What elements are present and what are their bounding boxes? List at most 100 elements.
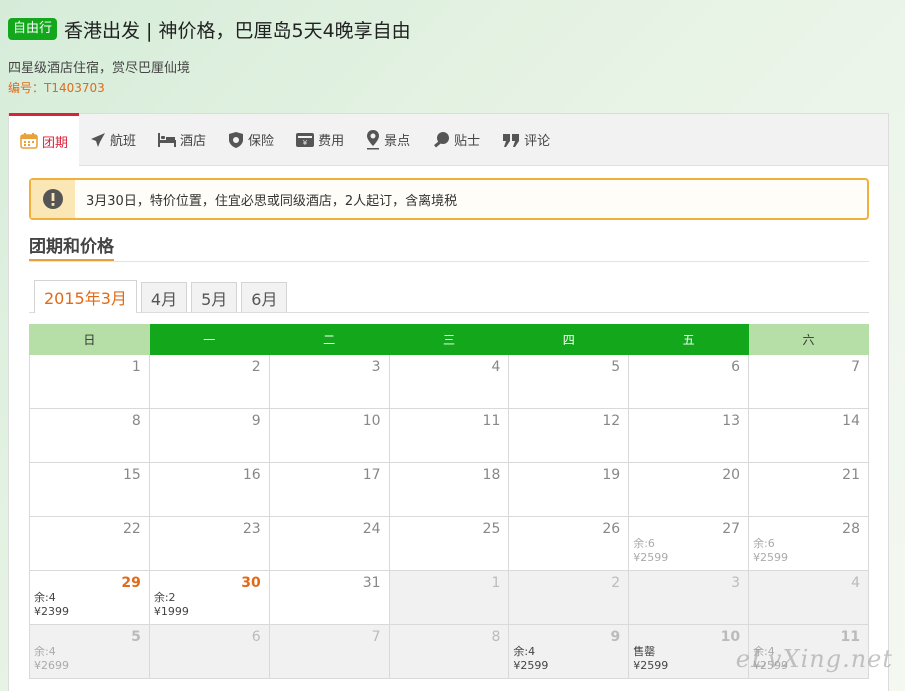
month-tab-march[interactable]: 2015年3月 bbox=[34, 280, 137, 313]
calendar-day-cell: 22 bbox=[29, 516, 150, 571]
calendar-day-cell: 5 bbox=[508, 354, 630, 409]
tab-label: 费用 bbox=[318, 134, 345, 149]
tab-insurance[interactable]: 保险 bbox=[217, 114, 285, 165]
day-number: 26 bbox=[602, 521, 621, 537]
alert-icon bbox=[31, 180, 75, 218]
weekday-sat: 六 bbox=[748, 324, 869, 355]
day-number: 9 bbox=[251, 413, 261, 429]
calendar-week: 8 9 10 11 12 13 14 bbox=[29, 408, 869, 463]
calendar-week: 1 2 3 4 5 6 7 bbox=[29, 354, 869, 409]
month-tabs: 2015年3月 4月 5月 6月 bbox=[29, 280, 869, 313]
tab-flight[interactable]: 航班 bbox=[79, 114, 147, 165]
day-number: 11 bbox=[482, 413, 501, 429]
calendar-icon bbox=[20, 133, 38, 149]
day-number: 27 bbox=[722, 521, 741, 537]
price: ¥2599 bbox=[633, 659, 669, 672]
calendar-day-cell[interactable]: 28 余:6 ¥2599 bbox=[748, 516, 869, 571]
day-number: 10 bbox=[362, 413, 381, 429]
weekday-fri: 五 bbox=[628, 324, 750, 355]
day-number: 15 bbox=[123, 467, 141, 483]
tab-attractions[interactable]: 景点 bbox=[355, 114, 421, 165]
seats-left: 余:6 bbox=[753, 537, 775, 550]
day-number: 30 bbox=[241, 575, 261, 591]
month-tab-may[interactable]: 5月 bbox=[191, 282, 238, 312]
page-title: 香港出发 | 神价格，巴厘岛5天4晚享自由 bbox=[64, 19, 411, 42]
day-number: 2 bbox=[251, 359, 261, 375]
calendar-day-cell: 17 bbox=[268, 462, 390, 517]
bulb-icon bbox=[432, 131, 450, 149]
calendar-day-cell: 7 bbox=[268, 624, 390, 679]
notice-text: 3月30日，特价位置，住宜必思或同级酒店，2人起订，含离境税 bbox=[86, 193, 458, 209]
quote-icon bbox=[502, 132, 520, 148]
day-number: 29 bbox=[121, 575, 141, 591]
availability-info: 余:4 ¥2399 bbox=[34, 591, 69, 619]
month-tab-june[interactable]: 6月 bbox=[241, 282, 288, 312]
tab-tips[interactable]: 贴士 bbox=[421, 114, 491, 165]
day-number: 14 bbox=[842, 413, 860, 429]
day-number: 10 bbox=[720, 629, 741, 645]
calendar-day-cell: 25 bbox=[388, 516, 510, 571]
tab-hotel[interactable]: 酒店 bbox=[147, 114, 217, 165]
product-code: 编号：T1403703 bbox=[8, 81, 105, 95]
price: ¥1999 bbox=[153, 605, 189, 618]
seats-left: 余:4 bbox=[513, 645, 536, 658]
tab-fees[interactable]: ¥ 费用 bbox=[285, 114, 355, 165]
day-number: 28 bbox=[842, 521, 860, 537]
calendar-day-cell: 11 bbox=[388, 408, 510, 463]
section-title: 团期和价格 bbox=[29, 232, 114, 261]
day-number: 23 bbox=[242, 521, 261, 537]
tab-schedule[interactable]: 团期 bbox=[9, 113, 80, 166]
weekday-tue: 二 bbox=[268, 324, 390, 355]
day-number: 21 bbox=[842, 467, 860, 483]
tab-label: 航班 bbox=[110, 134, 137, 149]
bed-icon bbox=[158, 132, 177, 147]
seats-left: 余:4 bbox=[34, 591, 56, 604]
calendar-day-cell[interactable]: 29 余:4 ¥2399 bbox=[29, 570, 150, 625]
calendar-week: 15 16 17 18 19 20 21 bbox=[29, 462, 869, 517]
tab-label: 团期 bbox=[42, 135, 69, 151]
day-number: 8 bbox=[491, 629, 501, 645]
day-number: 3 bbox=[371, 359, 381, 375]
month-tab-april[interactable]: 4月 bbox=[140, 282, 188, 312]
weekday-thu: 四 bbox=[508, 324, 630, 355]
calendar-day-cell[interactable]: 9 余:4 ¥2599 bbox=[508, 624, 630, 679]
day-number: 7 bbox=[371, 629, 381, 645]
calendar-day-cell: 7 bbox=[748, 354, 869, 409]
weekday-header: 日 一 二 三 四 五 六 bbox=[29, 324, 869, 355]
calendar-day-cell: 13 bbox=[628, 408, 750, 463]
day-number: 9 bbox=[610, 629, 621, 645]
day-number: 8 bbox=[131, 413, 141, 429]
day-number: 4 bbox=[851, 575, 860, 591]
calendar-day-cell: 2 bbox=[148, 354, 270, 409]
calendar-day-cell: 21 bbox=[748, 462, 869, 517]
calendar-day-cell: 26 bbox=[508, 516, 630, 571]
shield-icon bbox=[228, 131, 244, 149]
price: ¥2599 bbox=[753, 551, 789, 564]
tab-reviews[interactable]: 评论 bbox=[491, 114, 561, 165]
detail-panel: 团期 航班 酒店 保险 ¥ 费用 景点 贴士 评论 3月30日，特价位置，住宜必… bbox=[8, 113, 889, 691]
svg-text:¥: ¥ bbox=[303, 139, 308, 147]
watermark: eLvXing.net bbox=[735, 645, 893, 673]
calendar-day-cell[interactable]: 30 余:2 ¥1999 bbox=[148, 570, 270, 625]
calendar-day-cell: 8 bbox=[388, 624, 510, 679]
product-subtitle: 四星级酒店住宿，赏尽巴厘仙境 bbox=[8, 61, 191, 76]
calendar-day-cell[interactable]: 10 售罄 ¥2599 bbox=[628, 624, 750, 679]
calendar-day-cell: 2 bbox=[508, 570, 630, 625]
seats-left: 余:6 bbox=[633, 537, 655, 550]
day-number: 1 bbox=[491, 575, 501, 591]
calendar-day-cell[interactable]: 5 余:4 ¥2699 bbox=[29, 624, 150, 679]
day-number: 7 bbox=[851, 359, 860, 375]
calendar-day-cell: 16 bbox=[148, 462, 270, 517]
calendar-day-cell: 20 bbox=[628, 462, 750, 517]
calendar-day-cell: 3 bbox=[268, 354, 390, 409]
day-number: 11 bbox=[840, 629, 860, 645]
calendar-day-cell: 14 bbox=[748, 408, 869, 463]
calendar-week: 22 23 24 25 26 27 余:6 ¥2599 28 余:6 ¥2599 bbox=[29, 516, 869, 571]
availability-info: 余:6 ¥2599 bbox=[633, 537, 668, 565]
calendar-day-cell[interactable]: 27 余:6 ¥2599 bbox=[628, 516, 750, 571]
calendar-day-cell: 18 bbox=[388, 462, 510, 517]
seats-left: 售罄 bbox=[633, 645, 656, 658]
calendar-day-cell: 3 bbox=[628, 570, 750, 625]
day-number: 31 bbox=[362, 575, 381, 591]
day-number: 25 bbox=[482, 521, 501, 537]
